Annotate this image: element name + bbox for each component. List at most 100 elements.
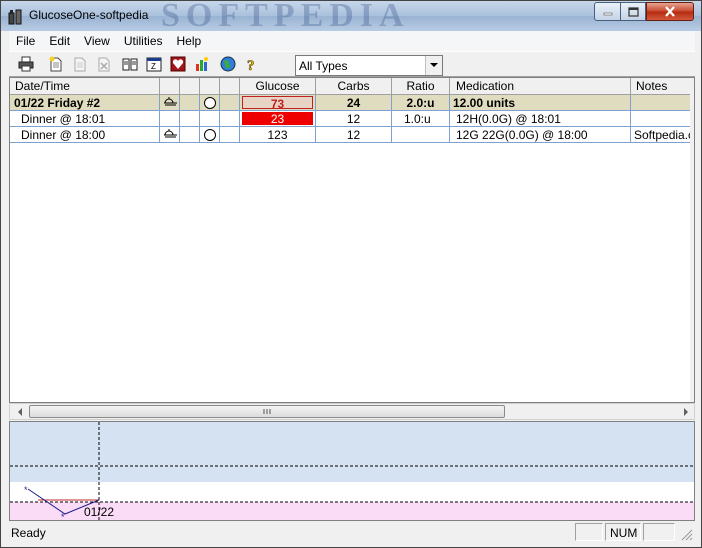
print-button[interactable]	[17, 55, 35, 73]
help-icon: ?	[247, 58, 255, 72]
status-bar: Ready NUM	[9, 522, 695, 542]
status-pane-num: NUM	[605, 523, 641, 541]
cell-ratio: 1.0:u	[392, 111, 450, 127]
logbook-button[interactable]	[121, 55, 139, 73]
heart-icon	[170, 56, 186, 72]
meal-icon	[164, 97, 177, 106]
web-button[interactable]	[219, 55, 237, 73]
title-bar[interactable]: GlucoseOne-softpedia SOFTPEDIA	[1, 0, 701, 34]
cell-icon2	[180, 95, 200, 111]
col-header-ratio[interactable]: Ratio	[392, 78, 450, 95]
cell-datetime: Dinner @ 18:01	[10, 111, 160, 127]
col-header-carbs[interactable]: Carbs	[316, 78, 392, 95]
health-button[interactable]	[169, 55, 187, 73]
minimize-button[interactable]	[594, 2, 621, 21]
grip-icon	[263, 409, 271, 414]
col-header-icon2[interactable]	[180, 78, 200, 95]
menu-bar: File Edit View Utilities Help	[9, 31, 695, 51]
col-header-icon3[interactable]	[200, 78, 220, 95]
horizontal-scrollbar[interactable]	[9, 403, 695, 420]
maximize-button[interactable]	[620, 2, 646, 21]
cell-glucose: 73	[240, 95, 316, 111]
cell-glucose: 123	[240, 127, 316, 143]
logbook-grid[interactable]: Date/Time Glucose Carbs Ratio Medication…	[9, 77, 695, 403]
cell-icon2	[180, 127, 200, 143]
cell-medication: 12G 22G(0.0G) @ 18:00	[450, 127, 631, 143]
window-title: GlucoseOne-softpedia	[29, 8, 149, 22]
help-button[interactable]: ?	[243, 55, 261, 73]
print-icon	[18, 56, 34, 72]
cell-icon4	[220, 111, 240, 127]
cell-glucose: 23	[240, 111, 316, 127]
vertical-scrollbar-edge[interactable]	[690, 78, 694, 403]
cell-icon3	[200, 111, 220, 127]
menu-utilities[interactable]: Utilities	[117, 31, 170, 51]
col-header-datetime[interactable]: Date/Time	[10, 78, 160, 95]
cell-carbs: 24	[316, 95, 392, 111]
delete-icon	[98, 57, 110, 72]
status-pane-scroll	[643, 523, 675, 541]
cell-icon1	[160, 95, 180, 111]
glucose-graph[interactable]: * * 01/22	[9, 421, 695, 521]
scroll-right-button[interactable]	[677, 404, 694, 419]
delete-button[interactable]	[95, 55, 113, 73]
chart-button[interactable]	[193, 55, 211, 73]
cell-icon3	[200, 95, 220, 111]
graph-date-label: 01/22	[84, 505, 115, 519]
cell-medication: 12.00 units	[450, 95, 631, 111]
glucose-value: 73	[242, 96, 313, 110]
high-range-band	[10, 422, 694, 482]
svg-text:Z: Z	[151, 62, 156, 71]
cell-icon2	[180, 111, 200, 127]
cell-icon4	[220, 127, 240, 143]
cell-medication: 12H(0.0G) @ 18:01	[450, 111, 631, 127]
new-entry-icon	[49, 56, 62, 72]
arrow-right-icon	[683, 407, 688, 416]
type-filter-dropdown[interactable]	[425, 56, 442, 75]
resize-grip-icon[interactable]	[681, 529, 693, 541]
scroll-left-button[interactable]	[11, 404, 28, 419]
cell-ratio: 2.0:u	[392, 95, 450, 111]
minimize-icon	[603, 12, 612, 15]
cell-icon3	[200, 127, 220, 143]
col-header-notes[interactable]: Notes	[631, 78, 694, 95]
cell-notes	[631, 95, 694, 111]
scroll-thumb[interactable]	[29, 405, 505, 418]
menu-help[interactable]: Help	[170, 31, 209, 51]
cell-datetime: 01/22 Friday #2	[10, 95, 160, 111]
menu-view[interactable]: View	[77, 31, 117, 51]
cell-icon1	[160, 111, 180, 127]
svg-text:?: ?	[247, 58, 255, 72]
meal-icon	[164, 129, 177, 138]
circle-icon	[204, 97, 216, 109]
col-header-medication[interactable]: Medication	[450, 78, 631, 95]
glucose-value: 123	[267, 128, 288, 142]
circle-icon	[204, 129, 216, 141]
cell-icon4	[220, 95, 240, 111]
chart-icon	[196, 57, 208, 71]
cell-carbs: 12	[316, 111, 392, 127]
status-pane-caps	[575, 523, 603, 541]
col-header-glucose[interactable]: Glucose	[240, 78, 316, 95]
close-button[interactable]	[646, 2, 694, 21]
type-filter-select[interactable]: All Types	[295, 55, 443, 76]
menu-file[interactable]: File	[9, 31, 42, 51]
cell-notes	[631, 111, 694, 127]
col-header-icon4[interactable]	[220, 78, 240, 95]
calendar-icon: Z	[146, 57, 162, 72]
logbook-icon	[122, 58, 138, 71]
chevron-down-icon	[430, 63, 438, 67]
point-marker: *	[24, 485, 28, 495]
new-entry-button[interactable]	[47, 55, 65, 73]
toolbar: Z ? All Types	[9, 51, 695, 77]
app-window: GlucoseOne-softpedia SOFTPEDIA File Edit…	[0, 0, 702, 548]
col-header-icon1[interactable]	[160, 78, 180, 95]
cell-datetime: Dinner @ 18:00	[10, 127, 160, 143]
arrow-left-icon	[17, 407, 22, 416]
menu-edit[interactable]: Edit	[42, 31, 77, 51]
calendar-button[interactable]: Z	[145, 55, 163, 73]
copy-button[interactable]	[71, 55, 89, 73]
softpedia-watermark: SOFTPEDIA	[161, 0, 410, 34]
type-filter-value: All Types	[299, 59, 348, 73]
app-icon	[8, 9, 22, 25]
